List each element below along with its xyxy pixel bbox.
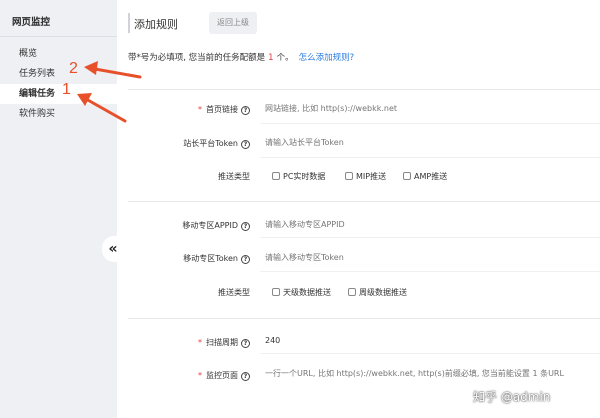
- help-link[interactable]: 怎么添加规则?: [299, 53, 355, 63]
- scan-period-input[interactable]: [265, 332, 595, 350]
- help-icon: ?: [241, 140, 250, 149]
- checkbox-amp-push[interactable]: AMP推送: [403, 171, 447, 182]
- push-type-label: 推送类型: [218, 172, 250, 181]
- help-icon: ?: [241, 106, 250, 115]
- checkbox-icon: [272, 172, 280, 180]
- help-icon: ?: [241, 339, 250, 348]
- section-divider: [128, 201, 600, 202]
- help-icon: ?: [241, 222, 250, 231]
- help-icon: ?: [241, 255, 250, 264]
- mobile-token-input[interactable]: [265, 249, 595, 267]
- annotation-number-2: 2: [69, 60, 78, 77]
- annotation-number-1: 1: [62, 81, 71, 98]
- quota-notice: 带*号为必填项, 您当前的任务配额是 1 个。 怎么添加规则?: [128, 51, 354, 63]
- field-underline: [260, 353, 600, 354]
- field-underline: [260, 237, 600, 238]
- monitor-pages-textarea[interactable]: [265, 365, 595, 383]
- checkbox-daily-push[interactable]: 天级数据推送: [272, 287, 331, 298]
- checkbox-weekly-push[interactable]: 周级数据推送: [348, 287, 407, 298]
- help-icon: ?: [241, 372, 250, 381]
- checkbox-pc-realtime[interactable]: PC实时数据: [272, 171, 325, 182]
- field-underline: [260, 271, 600, 272]
- field-underline: [260, 123, 600, 124]
- checkbox-icon: [403, 172, 411, 180]
- section-divider: [128, 318, 600, 319]
- section-divider: [128, 89, 600, 90]
- monitor-pages-label: * 监控页面?: [198, 370, 250, 381]
- notice-text: 带*号为必填项, 您当前的任务配额是: [128, 53, 266, 63]
- main-panel: 添加规则 返回上级 带*号为必填项, 您当前的任务配额是 1 个。 怎么添加规则? *…: [117, 0, 600, 418]
- homepage-label: * 首页链接?: [198, 104, 250, 115]
- checkbox-icon: [348, 288, 356, 296]
- page-title: 添加规则: [134, 18, 178, 31]
- site-token-label: 站长平台Token?: [183, 138, 250, 149]
- checkbox-icon: [272, 288, 280, 296]
- scan-period-label: * 扫描周期?: [198, 337, 250, 348]
- watermark: 知乎 @admin: [473, 390, 551, 404]
- mobile-appid-label: 移动专区APPID?: [182, 220, 250, 231]
- title-accent-bar: [128, 13, 130, 33]
- checkbox-icon: [345, 172, 353, 180]
- site-token-input[interactable]: [265, 134, 595, 152]
- quota-count: 1: [268, 53, 274, 63]
- push-type-2-label: 推送类型: [218, 288, 250, 297]
- field-underline: [260, 157, 600, 158]
- mobile-appid-input[interactable]: [265, 216, 595, 234]
- back-button[interactable]: 返回上级: [209, 12, 257, 34]
- checkbox-mip-push[interactable]: MIP推送: [345, 171, 386, 182]
- homepage-url-input[interactable]: [265, 100, 595, 118]
- mobile-token-label: 移动专区Token?: [183, 253, 250, 264]
- notice-text-end: 个。: [276, 53, 294, 63]
